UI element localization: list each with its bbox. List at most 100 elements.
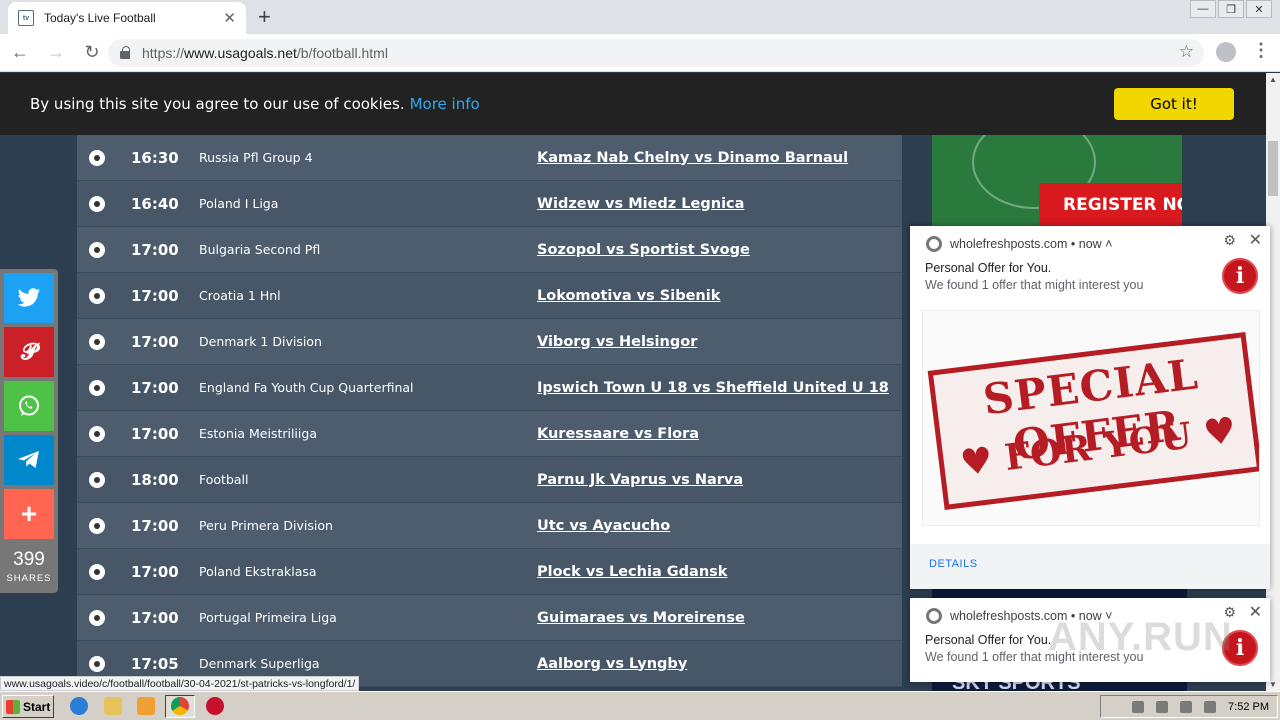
window-controls: — ❐ ✕ [1188, 0, 1272, 18]
file-explorer-icon[interactable] [104, 697, 122, 715]
twitter-share-button[interactable] [4, 273, 54, 323]
notification-actions: DETAILS [910, 544, 1270, 589]
match-row: 17:00 Poland Ekstraklasa Plock vs Lechia G… [77, 549, 902, 595]
network-icon[interactable] [1180, 700, 1193, 713]
flag-icon[interactable] [1204, 700, 1217, 713]
minimize-button[interactable]: — [1190, 0, 1216, 18]
twitter-icon [17, 288, 40, 307]
match-league: Russia Pfl Group 4 [199, 150, 313, 165]
more-info-link[interactable]: More info [410, 95, 480, 113]
close-icon[interactable]: ✕ [1249, 230, 1262, 250]
match-row: 17:00 Estonia Meistriliiga Kuressaare vs F… [77, 411, 902, 457]
collapse-chevron-icon[interactable]: ˄ [1105, 237, 1112, 251]
match-time: 17:00 [131, 516, 179, 535]
back-icon[interactable]: ← [4, 37, 36, 69]
match-link[interactable]: Sozopol vs Sportist Svoge [537, 242, 750, 258]
internet-explorer-icon[interactable] [70, 697, 88, 715]
match-time: 17:00 [131, 608, 179, 627]
more-share-button[interactable]: + [4, 489, 54, 539]
match-link[interactable]: Aalborg vs Lyngby [537, 656, 687, 672]
match-league: Poland Ekstraklasa [199, 564, 317, 579]
whatsapp-icon [19, 395, 39, 416]
match-time: 17:00 [131, 424, 179, 443]
match-link[interactable]: Widzew vs Miedz Legnica [537, 196, 744, 212]
more-menu-icon[interactable]: ⋮ [1252, 40, 1270, 61]
soccer-ball-icon [89, 149, 105, 166]
match-league: Estonia Meistriliiga [199, 426, 317, 441]
media-player-icon[interactable] [137, 697, 155, 715]
warning-app-icon[interactable] [206, 697, 224, 715]
new-tab-icon[interactable]: + [258, 4, 271, 30]
pinterest-icon: 𝓟 [21, 339, 37, 364]
match-link[interactable]: Parnu Jk Vaprus vs Narva [537, 472, 743, 488]
tab-strip: tv Today's Live Football ✕ + — ❐ ✕ [0, 0, 1280, 34]
cookie-text: By using this site you agree to our use … [30, 95, 405, 113]
notification-source: wholefreshposts.com [950, 237, 1068, 251]
match-link[interactable]: Guimaraes vs Moreirense [537, 610, 745, 626]
info-badge-icon: i [1222, 258, 1258, 294]
notification-popup[interactable]: wholefreshposts.com • now ˄ ⚙ ✕ Personal… [910, 226, 1270, 589]
match-link[interactable]: Lokomotiva vs Sibenik [537, 288, 720, 304]
scroll-thumb[interactable] [1268, 141, 1278, 196]
whatsapp-share-button[interactable] [4, 381, 54, 431]
scroll-up-arrow-icon[interactable]: ▲ [1269, 75, 1277, 84]
reload-icon[interactable]: ↻ [76, 37, 108, 69]
got-it-button[interactable]: Got it! [1114, 88, 1234, 120]
cookie-banner: By using this site you agree to our use … [0, 73, 1266, 135]
match-link[interactable]: Kamaz Nab Chelny vs Dinamo Barnaul [537, 150, 848, 166]
match-row: 17:00 Denmark 1 Division Viborg vs Helsing… [77, 319, 902, 365]
soccer-ball-icon [89, 563, 105, 580]
browser-tab[interactable]: tv Today's Live Football ✕ [8, 2, 246, 34]
match-league: Peru Primera Division [199, 518, 333, 533]
start-label: Start [23, 699, 51, 714]
notification-time: • now [1070, 237, 1102, 251]
plus-icon: + [20, 498, 38, 529]
match-link[interactable]: Utc vs Ayacucho [537, 518, 670, 534]
match-link[interactable]: Ipswich Town U 18 vs Sheffield United U … [537, 380, 889, 396]
close-icon[interactable]: ✕ [1249, 602, 1262, 622]
match-row: 17:00 England Fa Youth Cup Quarterfinal Ip… [77, 365, 902, 411]
special-offer-stamp: SPECIAL OFFER ♥ FOR YOU ♥ [927, 332, 1259, 510]
scroll-down-arrow-icon[interactable]: ▼ [1269, 680, 1277, 689]
match-time: 17:00 [131, 286, 179, 305]
special-offer-image: SPECIAL OFFER ♥ FOR YOU ♥ [922, 310, 1260, 526]
match-league: England Fa Youth Cup Quarterfinal [199, 380, 414, 395]
address-bar[interactable]: https://www.usagoals.net/b/football.html… [108, 39, 1204, 67]
restore-button[interactable]: ❐ [1218, 0, 1244, 18]
start-button[interactable]: Start [2, 695, 54, 718]
match-link[interactable]: Kuressaare vs Flora [537, 426, 699, 442]
match-row: 16:40 Poland I Liga Widzew vs Miedz Legnic… [77, 181, 902, 227]
register-ad[interactable]: REGISTER NOW [932, 135, 1182, 230]
close-window-button[interactable]: ✕ [1246, 0, 1272, 18]
soccer-ball-icon [89, 517, 105, 534]
soccer-ball-icon [89, 287, 105, 304]
profile-avatar-icon[interactable] [1216, 42, 1236, 62]
share-label: SHARES [6, 573, 52, 584]
tray-expand-icon[interactable] [1132, 700, 1145, 713]
match-league: Denmark Superliga [199, 656, 320, 671]
match-row: 17:00 Croatia 1 Hnl Lokomotiva vs Sibenik [77, 273, 902, 319]
match-time: 17:00 [131, 240, 179, 259]
details-button[interactable]: DETAILS [929, 558, 978, 570]
volume-icon[interactable] [1156, 700, 1169, 713]
bookmark-star-icon[interactable]: ☆ [1179, 42, 1194, 62]
match-time: 17:05 [131, 654, 179, 673]
share-count: 399 [13, 549, 45, 570]
notification-body: We found 1 offer that might interest you [925, 278, 1144, 292]
tab-close-icon[interactable]: ✕ [223, 9, 236, 27]
soccer-ball-icon [89, 471, 105, 488]
match-row: 18:00 Football Parnu Jk Vaprus vs Narva [77, 457, 902, 503]
register-now-text: REGISTER NOW [1039, 183, 1182, 227]
pinterest-share-button[interactable]: 𝓟 [4, 327, 54, 377]
chrome-icon [926, 236, 942, 252]
soccer-ball-icon [89, 609, 105, 626]
gear-icon[interactable]: ⚙ [1223, 232, 1236, 249]
match-link[interactable]: Viborg vs Helsingor [537, 334, 697, 350]
match-link[interactable]: Plock vs Lechia Gdansk [537, 564, 727, 580]
match-time: 17:00 [131, 332, 179, 351]
windows-taskbar: Start 7:52 PM [0, 691, 1280, 720]
telegram-share-button[interactable] [4, 435, 54, 485]
soccer-ball-icon [89, 333, 105, 350]
match-time: 17:00 [131, 562, 179, 581]
forward-icon[interactable]: → [40, 37, 72, 69]
